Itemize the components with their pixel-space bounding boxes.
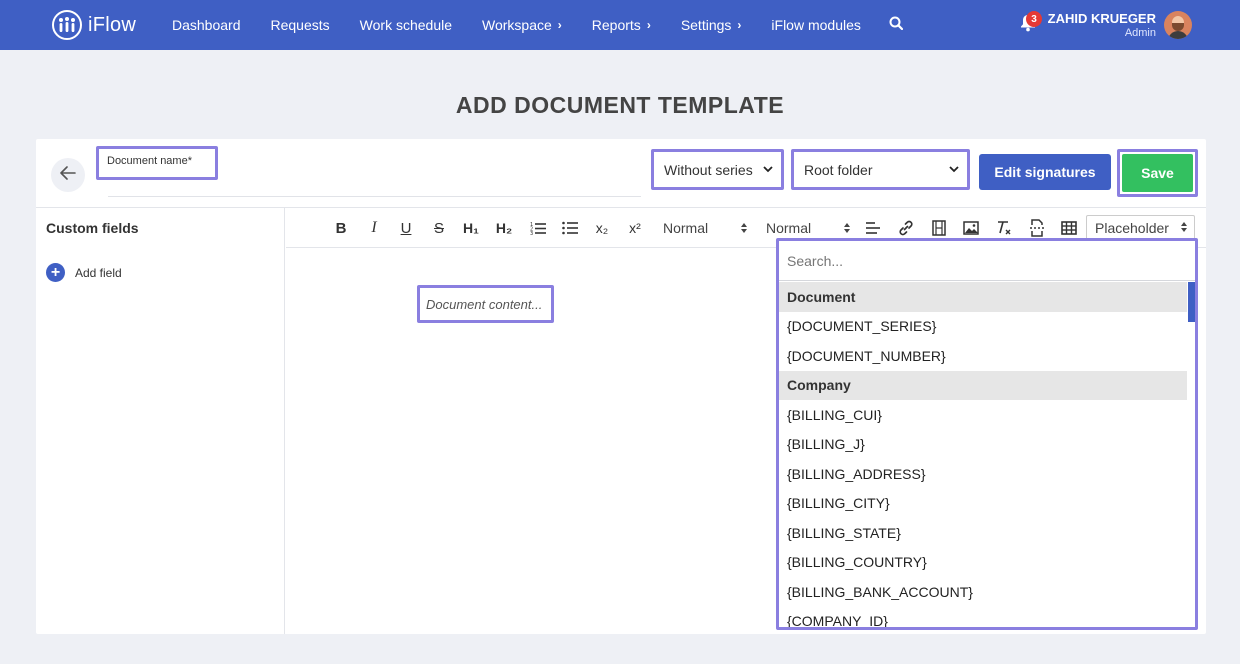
italic-icon[interactable]: I [364,218,384,238]
placeholder-search-input[interactable] [779,241,1195,281]
ordered-list-icon[interactable]: 123 [528,218,548,238]
nav-item-requests[interactable]: Requests [271,17,330,33]
nav-item-label: Dashboard [172,17,241,33]
user-role: Admin [1124,27,1156,39]
group-header-company: Company [779,370,1187,400]
plus-circle-icon: + [46,263,65,282]
save-button[interactable]: Save [1122,154,1193,192]
list-item[interactable]: {BILLING_STATE} [779,518,1187,548]
nav-item-reports[interactable]: Reports › [592,17,651,33]
font-family-select-value: Normal [766,220,812,236]
list-item[interactable]: {BILLING_BANK_ACCOUNT} [779,577,1187,607]
list-item[interactable]: {COMPANY_ID} [779,607,1187,627]
iflow-logo-icon [52,10,82,40]
list-item[interactable]: {BILLING_COUNTRY} [779,548,1187,578]
brand[interactable]: iFlow [52,10,136,40]
list-item[interactable]: {BILLING_ADDRESS} [779,459,1187,489]
image-icon[interactable] [961,218,981,238]
group-header-document: Document [779,282,1187,312]
list-item[interactable]: {BILLING_CUI} [779,400,1187,430]
subscript-icon[interactable]: x₂ [592,218,612,238]
main-nav: Dashboard Requests Work schedule Workspa… [172,0,903,50]
bullet-list-icon[interactable] [560,218,580,238]
save-button-frame: Save [1117,149,1198,197]
custom-fields-title: Custom fields [46,220,139,236]
bold-icon[interactable]: B [331,218,351,238]
font-size-select-value: Normal [663,220,709,236]
nav-item-label: Work schedule [359,17,452,33]
dropdown-scrollbar[interactable] [1188,282,1195,322]
table-icon[interactable] [1059,218,1079,238]
top-navbar: iFlow Dashboard Requests Work schedule W… [0,0,1240,50]
list-item[interactable]: {DOCUMENT_SERIES} [779,312,1187,342]
back-button[interactable] [51,158,85,192]
series-select[interactable]: Without series [651,149,784,190]
superscript-icon[interactable]: x² [625,218,645,238]
up-down-icon [740,222,748,234]
nav-item-work-schedule[interactable]: Work schedule [360,17,452,33]
chevron-right-icon: › [557,18,562,32]
series-select-value: Without series [664,161,753,178]
document-content-placeholder: Document content... [426,296,543,312]
document-name-field[interactable]: Document name* [96,146,218,180]
strikethrough-icon[interactable]: S [429,218,449,238]
placeholder-select[interactable]: Placeholder [1086,215,1195,240]
nav-item-label: Settings [680,17,732,33]
align-icon[interactable] [863,218,883,238]
link-icon[interactable] [896,218,916,238]
video-icon[interactable] [929,218,949,238]
form-header: Document name* Without series Root folde… [36,139,1206,208]
chevron-down-icon [949,164,959,176]
page-title: ADD DOCUMENT TEMPLATE [455,92,785,118]
heading-2-icon[interactable]: H₂ [494,218,514,238]
nav-item-label: Reports [591,17,641,33]
arrow-left-icon [60,165,76,185]
font-size-select[interactable]: Normal [663,218,748,238]
search-icon[interactable] [889,16,903,35]
list-item[interactable]: {DOCUMENT_NUMBER} [779,341,1187,371]
placeholder-select-value: Placeholder [1095,219,1169,236]
nav-item-dashboard[interactable]: Dashboard [172,17,241,33]
folder-select-value: Root folder [804,161,873,178]
list-item[interactable]: {BILLING_CITY} [779,489,1187,519]
chevron-right-icon: › [737,18,742,32]
clear-format-icon[interactable] [994,218,1014,238]
edit-signatures-button[interactable]: Edit signatures [979,154,1111,190]
font-family-select[interactable]: Normal [766,218,851,238]
add-field-button[interactable]: + Add field [46,263,122,282]
custom-fields-panel: Custom fields + Add field [36,208,285,634]
nav-item-settings[interactable]: Settings › [681,17,742,33]
up-down-icon [843,222,851,234]
nav-item-iflow-modules[interactable]: iFlow modules [771,17,860,33]
user-name: ZAHID KRUEGER [1047,11,1156,26]
user-menu[interactable]: ZAHID KRUEGER Admin [1048,11,1156,39]
placeholder-list: Document {DOCUMENT_SERIES} {DOCUMENT_NUM… [779,282,1187,627]
nav-item-workspace[interactable]: Workspace › [482,17,562,33]
up-down-icon [1180,220,1188,236]
list-item[interactable]: {BILLING_J} [779,430,1187,460]
folder-select[interactable]: Root folder [791,149,970,190]
chevron-right-icon: › [646,18,651,32]
nav-item-label: Requests [270,17,330,33]
heading-1-icon[interactable]: H₁ [461,218,481,238]
chevron-down-icon [763,164,773,176]
avatar[interactable] [1164,11,1192,39]
notification-badge: 3 [1026,11,1042,27]
template-editor-card: Document name* Without series Root folde… [36,139,1206,634]
placeholder-dropdown: Document {DOCUMENT_SERIES} {DOCUMENT_NUM… [776,238,1198,630]
document-name-label: Document name* [107,155,192,167]
nav-item-label: Workspace [482,17,552,33]
underline-icon[interactable]: U [396,218,416,238]
document-content-area[interactable]: Document content... [417,285,554,323]
add-field-label: Add field [75,265,122,280]
svg-text:3: 3 [530,231,533,235]
page-break-icon[interactable] [1027,218,1047,238]
brand-name: iFlow [88,13,137,36]
document-name-underline [108,196,641,197]
nav-item-label: iFlow modules [771,17,861,33]
